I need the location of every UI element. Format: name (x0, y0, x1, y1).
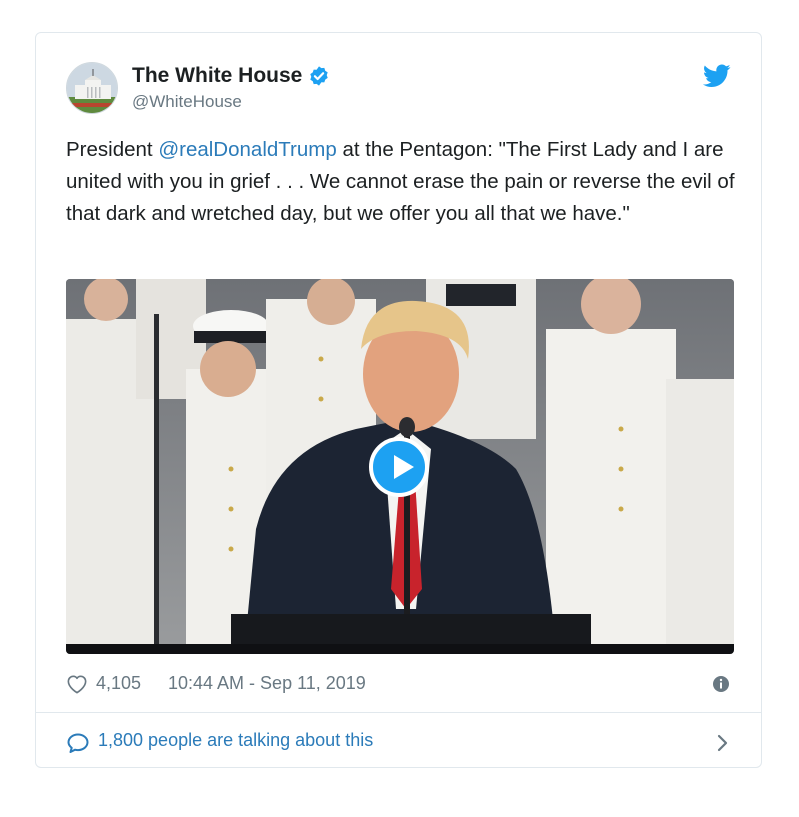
conversation-count: 1,800 people are talking about this (98, 730, 374, 750)
mention-link[interactable]: @realDonaldTrump (158, 138, 336, 161)
author-names: The White House @WhiteHouse (132, 64, 330, 112)
tweet-text: President @realDonaldTrump at the Pentag… (66, 134, 736, 230)
video-thumbnail[interactable] (66, 279, 734, 654)
chevron-right-icon (716, 733, 730, 753)
info-icon[interactable] (712, 675, 730, 693)
avatar[interactable] (66, 62, 118, 114)
tweet-meta: 4,105 10:44 AM - Sep 11, 2019 (66, 673, 736, 697)
divider (36, 712, 761, 713)
heart-icon[interactable] (66, 674, 88, 694)
handle[interactable]: @WhiteHouse (132, 92, 330, 112)
timestamp-link[interactable]: 10:44 AM - Sep 11, 2019 (168, 673, 366, 694)
play-icon[interactable] (369, 437, 429, 497)
speech-bubble-icon (66, 732, 90, 754)
conversation-link[interactable]: 1,800 people are talking about this (66, 729, 736, 757)
tweet-header: The White House @WhiteHouse (66, 62, 731, 118)
tweet-text-start: President (66, 138, 159, 161)
verified-badge-icon (308, 65, 330, 87)
tweet-card: The White House @WhiteHouse President @r… (35, 32, 762, 768)
like-count[interactable]: 4,105 (96, 673, 141, 694)
twitter-bird-icon[interactable] (702, 64, 731, 88)
display-name[interactable]: The White House (132, 64, 302, 88)
